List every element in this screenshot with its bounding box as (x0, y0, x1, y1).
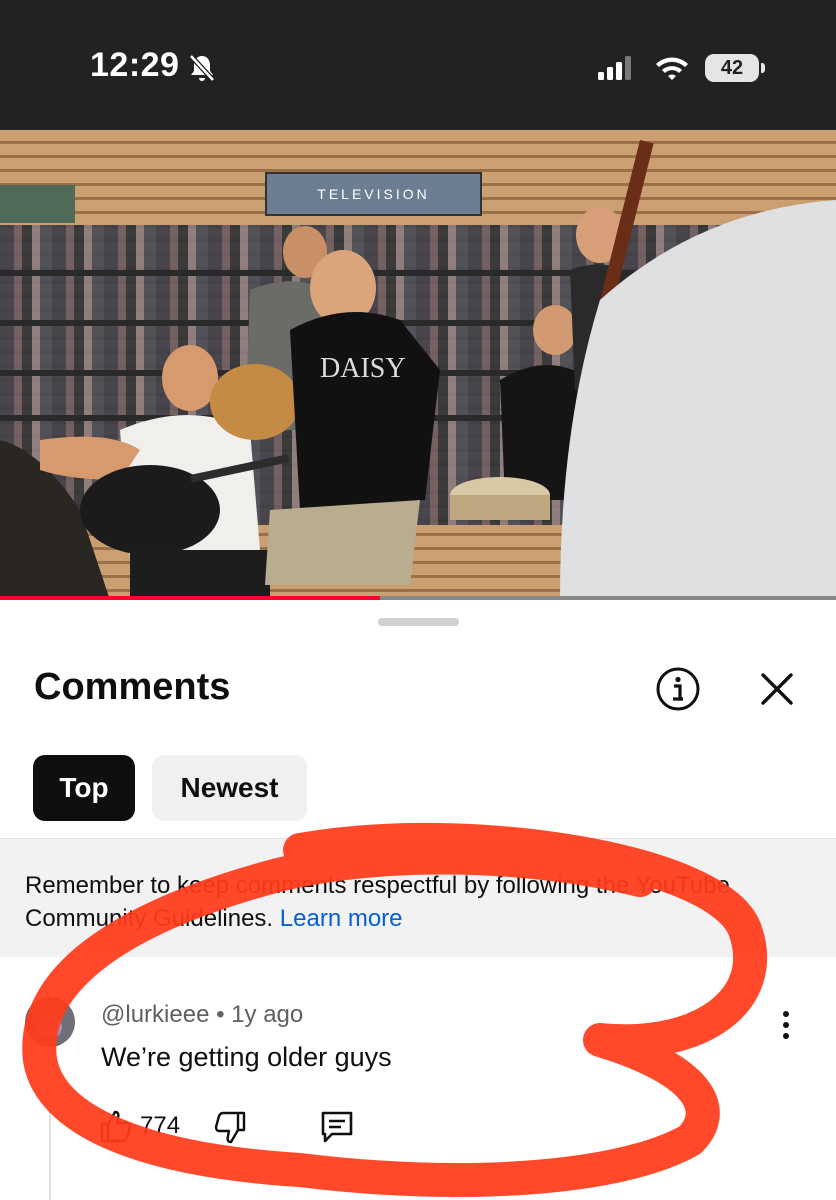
battery-level: 42 (720, 56, 744, 79)
learn-more-link[interactable]: Learn more (280, 905, 403, 932)
comment-meta: @lurkieee • 1y ago (101, 1001, 303, 1029)
tab-newest[interactable]: Newest (152, 755, 307, 821)
thumbs-up-icon[interactable] (98, 1108, 134, 1144)
more-vert-icon[interactable] (772, 1008, 800, 1042)
tab-top[interactable]: Top (33, 755, 135, 821)
status-bar: 12:29 42 (0, 0, 836, 130)
status-time: 12:29 (90, 46, 180, 84)
video-player[interactable]: TELEVISION DAISY (0, 130, 836, 600)
thumbs-down-icon[interactable] (212, 1110, 248, 1146)
battery-tip (761, 63, 765, 73)
info-icon[interactable] (655, 666, 701, 712)
signal-icon (598, 56, 631, 80)
bell-slash-icon (189, 54, 215, 82)
comment-author[interactable]: @lurkieee (101, 1001, 209, 1028)
close-icon[interactable] (758, 670, 796, 708)
video-people (0, 140, 836, 600)
video-shirt-text: DAISY (320, 353, 406, 384)
battery-icon: 42 (705, 54, 759, 82)
thread-line (49, 1055, 51, 1200)
wifi-icon (656, 57, 688, 80)
comments-sheet: Comments Top Newest Remember to keep com… (0, 600, 836, 1200)
guidelines-notice: Remember to keep comments respectful by … (0, 838, 836, 957)
comment-text: We’re getting older guys (101, 1042, 392, 1072)
comment-age: 1y ago (231, 1001, 304, 1028)
avatar[interactable] (25, 997, 75, 1047)
drag-handle[interactable] (378, 618, 459, 626)
like-count: 774 (140, 1112, 181, 1139)
comments-title: Comments (34, 666, 231, 708)
meta-separator: • (216, 1001, 232, 1028)
reply-icon[interactable] (318, 1108, 356, 1146)
guidelines-notice-text: Remember to keep comments respectful by … (25, 869, 815, 935)
